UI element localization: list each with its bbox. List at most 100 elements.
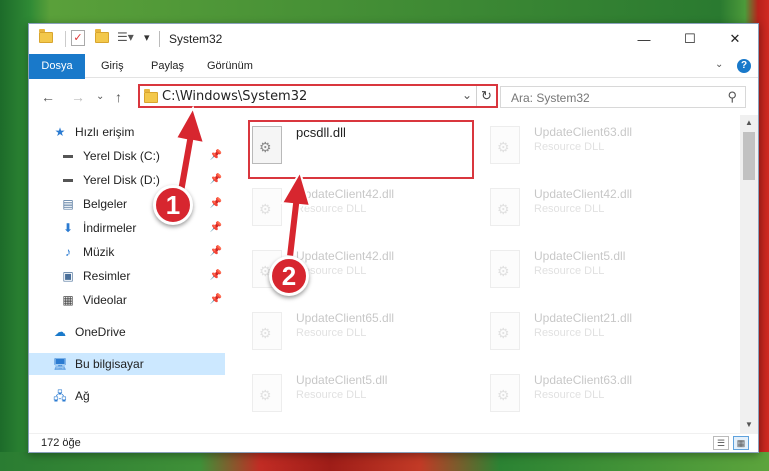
pin-icon: 📌 — [209, 270, 222, 281]
title-divider — [159, 31, 160, 47]
recent-locations-icon[interactable]: ⌄ — [96, 91, 104, 102]
title-bar: ✓ ☰▾ ▾ System32 — ☐ ✕ — [29, 24, 758, 54]
navigation-bar: ← → ⌄ ↑ C:\Windows\System32 ⌄ ↻ Ara: Sys… — [29, 79, 758, 115]
file-name: UpdateClient65.dll — [296, 311, 395, 325]
vertical-scrollbar[interactable]: ▲ ▼ — [740, 115, 758, 433]
tab-home[interactable]: Giriş — [91, 54, 134, 78]
customize-toolbar-icon[interactable]: ☰▾ — [117, 30, 134, 44]
file-type: Resource DLL — [534, 327, 605, 339]
star-icon: ★ — [54, 125, 66, 139]
search-icon[interactable]: ⚲ — [727, 89, 737, 105]
sidebar-item-music[interactable]: ♪ Müzik 📌 — [29, 241, 225, 263]
tab-share[interactable]: Paylaş — [141, 54, 194, 78]
computer-icon: 🖥 — [52, 357, 68, 371]
close-button[interactable]: ✕ — [712, 24, 758, 54]
file-item[interactable]: UpdateClient5.dll Resource DLL — [490, 245, 720, 301]
sidebar-item-disk-c[interactable]: ▬ Yerel Disk (C:) 📌 — [29, 145, 225, 167]
help-icon[interactable]: ? — [737, 59, 751, 73]
up-arrow-icon[interactable]: ↑ — [115, 89, 122, 105]
new-folder-icon[interactable] — [95, 29, 109, 43]
properties-icon[interactable]: ✓ — [71, 30, 85, 46]
file-name: UpdateClient21.dll — [534, 311, 633, 325]
network-icon: 🖧 — [53, 389, 67, 403]
sidebar-item-downloads[interactable]: ⬇ İndirmeler 📌 — [29, 217, 225, 239]
sidebar-item-label: Müzik — [83, 245, 115, 259]
pin-icon: 📌 — [209, 222, 222, 233]
address-dropdown-icon[interactable]: ⌄ — [462, 88, 472, 102]
sidebar-item-label: Bu bilgisayar — [75, 357, 144, 371]
sidebar-item-videos[interactable]: ▦ Videolar 📌 — [29, 289, 225, 311]
file-name: UpdateClient42.dll — [296, 249, 395, 263]
drive-icon: ▬ — [63, 150, 73, 161]
file-type: Resource DLL — [534, 389, 605, 401]
file-type: Resource DLL — [534, 141, 605, 153]
file-name: UpdateClient42.dll — [296, 187, 395, 201]
file-name: UpdateClient5.dll — [296, 373, 388, 387]
file-item[interactable]: UpdateClient63.dll Resource DLL — [490, 369, 720, 425]
file-name: UpdateClient42.dll — [534, 187, 633, 201]
sidebar-item-this-pc[interactable]: 🖥 Bu bilgisayar — [29, 353, 225, 375]
sidebar-item-network[interactable]: 🖧 Ağ — [29, 385, 225, 407]
file-type: Resource DLL — [534, 265, 605, 277]
sidebar-item-label: İndirmeler — [83, 221, 137, 235]
dll-file-icon — [252, 312, 282, 350]
music-icon: ♪ — [65, 245, 71, 259]
back-arrow-icon[interactable]: ← — [41, 89, 55, 105]
quick-access-dropdown-icon[interactable]: ▾ — [144, 31, 150, 44]
video-icon: ▦ — [62, 293, 74, 307]
refresh-icon[interactable]: ↻ — [476, 86, 496, 106]
pictures-icon: ▣ — [62, 269, 74, 283]
scroll-thumb[interactable] — [743, 132, 755, 180]
scroll-up-icon[interactable]: ▲ — [740, 115, 758, 131]
search-box[interactable]: Ara: System32 ⚲ — [500, 86, 746, 108]
forward-arrow-icon[interactable]: → — [71, 89, 85, 105]
address-path[interactable]: C:\Windows\System32 — [162, 89, 307, 104]
cloud-icon: ☁ — [54, 325, 66, 339]
minimize-button[interactable]: — — [621, 24, 667, 54]
sidebar-item-label: OneDrive — [75, 325, 126, 339]
maximize-button[interactable]: ☐ — [667, 24, 713, 54]
file-item[interactable]: UpdateClient21.dll Resource DLL — [490, 307, 720, 363]
pin-icon: 📌 — [209, 246, 222, 257]
dll-file-icon — [252, 188, 282, 226]
explorer-window: ✓ ☰▾ ▾ System32 — ☐ ✕ Dosya Giriş Paylaş… — [28, 23, 759, 453]
tab-view[interactable]: Görünüm — [197, 54, 263, 78]
sidebar-item-pictures[interactable]: ▣ Resimler 📌 — [29, 265, 225, 287]
details-view-icon[interactable]: ☰ — [713, 436, 729, 450]
dll-file-icon — [490, 312, 520, 350]
file-type: Resource DLL — [534, 203, 605, 215]
file-item[interactable]: UpdateClient63.dll Resource DLL — [490, 121, 720, 177]
pin-icon: 📌 — [209, 150, 222, 161]
folder-icon — [39, 29, 53, 43]
sidebar-item-onedrive[interactable]: ☁ OneDrive — [29, 321, 225, 343]
dll-file-icon — [490, 188, 520, 226]
address-bar[interactable]: C:\Windows\System32 ⌄ ↻ — [138, 84, 498, 108]
toolbar-divider — [65, 31, 66, 47]
drive-icon: ▬ — [63, 174, 73, 185]
file-item[interactable]: UpdateClient42.dll Resource DLL — [252, 183, 482, 239]
file-item[interactable]: UpdateClient42.dll Resource DLL — [490, 183, 720, 239]
file-highlight-box — [248, 120, 474, 179]
document-icon: ▤ — [62, 197, 74, 211]
pin-icon: 📌 — [209, 174, 222, 185]
large-icons-view-icon[interactable]: ▦ — [733, 436, 749, 450]
pin-icon: 📌 — [209, 294, 222, 305]
dll-file-icon — [252, 374, 282, 412]
folder-icon — [144, 89, 158, 103]
file-name: UpdateClient63.dll — [534, 125, 633, 139]
desktop-background — [0, 452, 769, 471]
file-name: UpdateClient63.dll — [534, 373, 633, 387]
ribbon-tabs: Dosya Giriş Paylaş Görünüm ⌄ ? — [29, 54, 758, 110]
file-item[interactable]: UpdateClient65.dll Resource DLL — [252, 307, 482, 363]
sidebar-item-disk-d[interactable]: ▬ Yerel Disk (D:) 📌 — [29, 169, 225, 191]
sidebar-item-documents[interactable]: ▤ Belgeler 📌 — [29, 193, 225, 215]
file-item[interactable]: UpdateClient5.dll Resource DLL — [252, 369, 482, 425]
sidebar-item-quick-access[interactable]: ★ Hızlı erişim — [29, 121, 225, 143]
file-type: Resource DLL — [296, 389, 367, 401]
search-input[interactable]: Ara: System32 — [511, 91, 590, 105]
sidebar-item-label: Yerel Disk (C:) — [83, 149, 160, 163]
scroll-down-icon[interactable]: ▼ — [740, 417, 758, 433]
navigation-pane: ★ Hızlı erişim ▬ Yerel Disk (C:) 📌 ▬ Yer… — [29, 115, 225, 433]
status-bar: 172 öğe ☰ ▦ — [29, 433, 758, 452]
ribbon-expand-icon[interactable]: ⌄ — [715, 59, 723, 70]
